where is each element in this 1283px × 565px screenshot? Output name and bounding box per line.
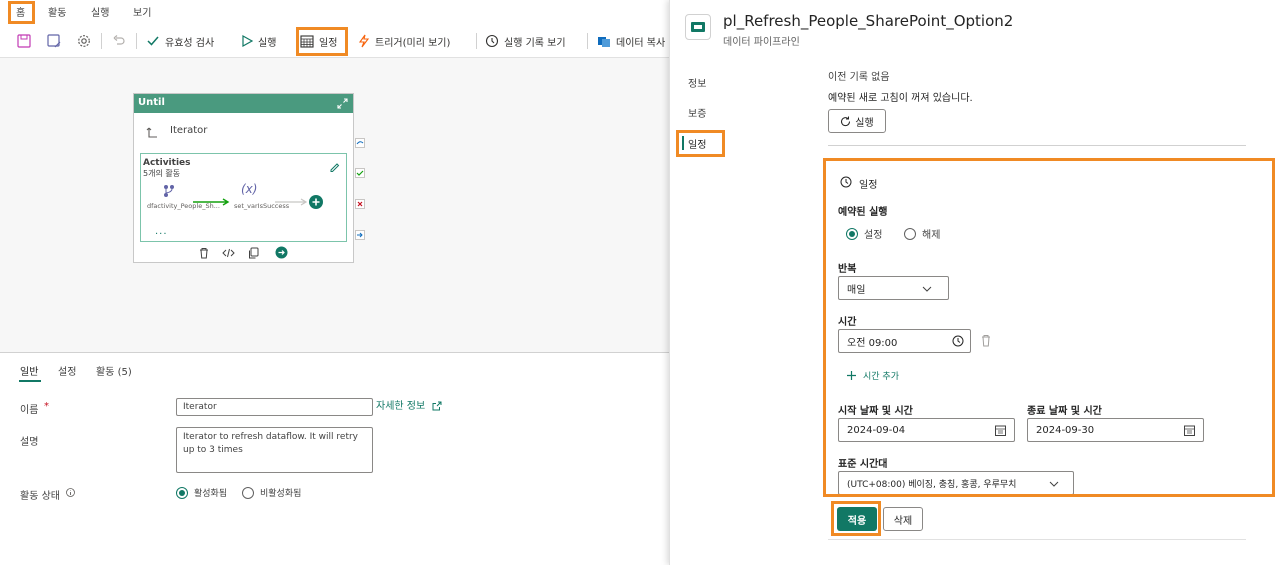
description-textarea[interactable]: Iterator to refresh dataflow. It will re… — [176, 427, 373, 473]
check-icon — [147, 36, 159, 46]
refresh-icon — [841, 116, 851, 126]
no-history-text: 이전 기록 없음 — [828, 72, 890, 83]
home-highlight — [8, 1, 35, 24]
toolbar-separator — [101, 33, 102, 49]
menu-view[interactable]: 보기 — [133, 4, 151, 19]
go-arrow-icon[interactable] — [275, 246, 288, 259]
run-label: 실행 — [258, 37, 277, 49]
name-input-value: Iterator — [183, 402, 217, 412]
status-inactive-label: 비활성화됨 — [260, 489, 302, 499]
delete-label: 삭제 — [893, 515, 913, 527]
copy-data-button[interactable]: 데이터 복사 — [597, 30, 670, 52]
name-label: 이름 — [20, 405, 39, 416]
schedule-nav-highlight — [676, 130, 725, 157]
panel-subtitle: 데이터 파이프라인 — [723, 37, 800, 48]
history-icon — [485, 34, 499, 48]
tab-settings[interactable]: 설정 — [58, 363, 76, 378]
panel-divider — [828, 145, 1246, 146]
complete-port-icon[interactable] — [355, 230, 365, 240]
run-button[interactable]: 실행 — [241, 30, 276, 52]
run-history-label: 실행 기록 보기 — [504, 37, 566, 49]
required-asterisk: * — [44, 401, 49, 412]
panel-title: pl_Refresh_People_SharePoint_Option2 — [723, 12, 1014, 30]
fail-port-icon[interactable] — [355, 199, 365, 209]
activities-container[interactable]: Activities 5개의 활동 dfactivity_People_Sh..… — [140, 153, 347, 242]
copy-data-label: 데이터 복사 — [616, 37, 666, 49]
info-icon[interactable] — [66, 488, 75, 497]
validate-label: 유효성 검사 — [165, 37, 215, 49]
more-activities-ellipsis[interactable]: ... — [155, 226, 168, 237]
activity-status-label: 활동 상태 — [20, 491, 60, 502]
status-active-radio[interactable]: 활성화됨 — [176, 486, 227, 499]
validate-button[interactable]: 유효성 검사 — [146, 30, 214, 52]
tab-active-indicator — [19, 380, 41, 382]
activities-title: Activities — [143, 158, 191, 168]
name-input[interactable]: Iterator — [176, 398, 373, 416]
copy-icon[interactable] — [248, 247, 260, 259]
pipeline-icon — [685, 14, 711, 40]
status-inactive-radio[interactable]: 비활성화됨 — [242, 486, 301, 499]
set-variable-activity-label: set_varIsSuccess — [234, 202, 290, 210]
edit-pencil-icon[interactable] — [329, 161, 340, 172]
description-label: 설명 — [20, 437, 39, 448]
lightning-icon — [358, 34, 370, 48]
success-port-icon[interactable] — [355, 168, 365, 178]
copy-data-icon — [598, 37, 610, 47]
iterator-label: Iterator — [170, 125, 208, 136]
skip-port-icon[interactable] — [355, 138, 365, 148]
run-now-label: 실행 — [855, 117, 874, 129]
save-icon[interactable] — [15, 32, 33, 50]
collapse-icon[interactable] — [337, 98, 348, 109]
settings-gear-icon[interactable] — [75, 32, 93, 50]
properties-pane: 일반 설정 활동 (5) 이름 * Iterator 자세한 정보 설명 Ite… — [0, 353, 670, 565]
delete-icon[interactable] — [198, 247, 210, 259]
apply-highlight — [831, 501, 881, 536]
variable-icon: (x) — [241, 182, 258, 196]
undo-icon[interactable] — [110, 32, 128, 50]
add-activity-icon[interactable] — [309, 195, 323, 209]
status-active-label: 활성화됨 — [194, 489, 228, 499]
menu-run[interactable]: 실행 — [91, 4, 109, 19]
dataflow-icon — [164, 185, 174, 197]
description-value: Iterator to refresh dataflow. It will re… — [183, 432, 358, 455]
toolbar-separator — [136, 33, 137, 49]
delete-button[interactable]: 삭제 — [883, 507, 923, 531]
external-link-icon — [432, 401, 442, 411]
trigger-label: 트리거(미리 보기) — [375, 37, 451, 49]
save-as-icon[interactable] — [45, 32, 63, 50]
more-info-link[interactable]: 자세한 정보 — [376, 397, 442, 412]
toolbar-separator — [476, 33, 477, 49]
until-title: Until — [138, 97, 165, 108]
tab-activities[interactable]: 활동 (5) — [96, 363, 132, 378]
success-arrow-icon — [193, 198, 230, 206]
until-activity[interactable]: Until Iterator Activities 5개의 활동 dfactiv… — [133, 93, 354, 263]
schedule-highlight — [296, 27, 348, 56]
refresh-off-text: 예약된 새로 고침이 꺼져 있습니다. — [828, 93, 973, 104]
run-now-button[interactable]: 실행 — [828, 109, 886, 133]
menu-bar: 홈 활동 실행 보기 — [0, 0, 670, 24]
iterator-icon — [146, 127, 157, 138]
trigger-button[interactable]: 트리거(미리 보기) — [358, 30, 450, 52]
tab-general[interactable]: 일반 — [20, 363, 38, 378]
nav-about[interactable]: 정보 — [688, 75, 706, 90]
run-history-button[interactable]: 실행 기록 보기 — [485, 30, 566, 52]
code-icon[interactable] — [222, 247, 235, 259]
connector-arrow-icon — [275, 198, 308, 206]
until-header: Until — [134, 94, 353, 113]
play-icon — [242, 35, 253, 47]
menu-activity[interactable]: 활동 — [48, 4, 66, 19]
nav-endorsement[interactable]: 보증 — [688, 105, 706, 120]
toolbar-separator — [587, 33, 588, 49]
radio-unselected-icon — [242, 486, 254, 499]
radio-selected-icon — [176, 486, 188, 499]
dataflow-activity-label: dfactivity_People_Sh... — [147, 202, 220, 210]
schedule-form-highlight — [823, 158, 1275, 497]
more-info-label: 자세한 정보 — [376, 401, 426, 412]
activities-count: 5개의 활동 — [143, 169, 181, 178]
